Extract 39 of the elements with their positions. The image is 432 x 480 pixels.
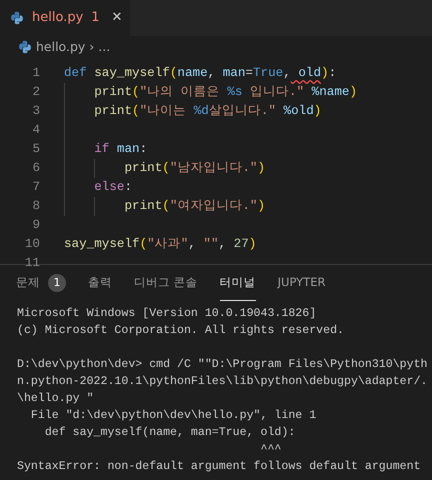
panel-tab[interactable]: JUPYTER xyxy=(278,265,326,301)
code-line: print("나의 이름은 %s 입니다." %name) xyxy=(93,85,358,99)
line-number: 9 xyxy=(31,217,40,234)
python-icon xyxy=(10,11,24,25)
line-number: 2 xyxy=(31,84,40,101)
terminal-line: D:\dev\python\dev> cmd /C ""D:\Program Files\Python310\pyth xyxy=(17,357,428,373)
terminal-line: File "d:\dev\python\dev\hello.py", line 1 xyxy=(30,408,318,424)
code-line: if man: xyxy=(93,142,148,156)
terminal-line: Microsoft Windows [Version 10.0.19043.1826] xyxy=(17,306,318,322)
code-line: print("남자입니다.") xyxy=(123,161,266,175)
code-line: def say_myself(name, man=True, old): xyxy=(64,66,336,80)
line-number: 3 xyxy=(31,103,40,120)
line-number: 1 xyxy=(31,65,40,82)
code-line: print("여자입니다.") xyxy=(123,199,266,213)
panel-tab[interactable]: 터미널 xyxy=(220,265,256,301)
terminal-line: ^^^ xyxy=(260,442,282,458)
breadcrumb-item[interactable]: ... xyxy=(98,38,110,56)
line-number: 7 xyxy=(31,179,40,196)
breadcrumb-item[interactable]: hello.py xyxy=(36,38,86,56)
close-button[interactable]: ✕ xyxy=(112,8,122,28)
line-number: 8 xyxy=(31,198,40,215)
code-line: else: xyxy=(93,180,132,194)
terminal-line: (c) Microsoft Corporation. All rights reserved. xyxy=(17,323,345,339)
panel-tab[interactable]: 디버그 콘솔 xyxy=(134,265,198,301)
code-line: print("나이는 %d살입니다." %old) xyxy=(93,104,322,118)
line-number: 5 xyxy=(31,141,40,158)
terminal-line: def say_myself(name, man=True, old): xyxy=(44,425,296,441)
line-number: 10 xyxy=(24,236,40,253)
breadcrumb-separator: › xyxy=(89,38,94,56)
python-icon xyxy=(18,40,32,54)
problem-count: 1 xyxy=(48,274,66,292)
terminal-line: \hello.py " xyxy=(17,391,95,407)
file-tab[interactable]: hello.py 1 ✕ xyxy=(0,0,130,36)
line-number: 6 xyxy=(31,160,40,177)
code-line: say_myself("사과", "", 27) xyxy=(64,237,256,251)
line-number: 4 xyxy=(31,122,40,139)
panel-tab[interactable]: 출력 xyxy=(88,265,112,301)
terminal-line: n.python-2022.10.1\pythonFiles\lib\python\debugpy\adapter/. xyxy=(17,374,428,390)
terminal-line: SyntaxError: non-default argument follows default argument xyxy=(17,459,422,475)
